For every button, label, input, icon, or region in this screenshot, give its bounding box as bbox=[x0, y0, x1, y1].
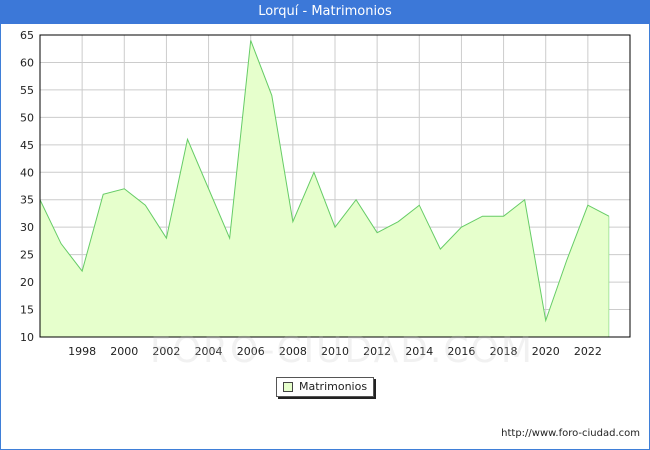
legend-swatch bbox=[283, 382, 293, 392]
source-link[interactable]: http://www.foro-ciudad.com bbox=[501, 428, 640, 439]
y-tick-label: 10 bbox=[20, 331, 34, 344]
y-tick-label: 15 bbox=[20, 304, 34, 317]
x-tick-label: 2022 bbox=[574, 345, 602, 358]
y-tick-label: 60 bbox=[20, 56, 34, 69]
x-tick-label: 2020 bbox=[532, 345, 560, 358]
y-tick-label: 25 bbox=[20, 249, 34, 262]
y-tick-label: 40 bbox=[20, 166, 34, 179]
y-tick-label: 65 bbox=[20, 29, 34, 42]
watermark: FORO-CIUDAD.COM bbox=[150, 330, 534, 371]
y-tick-label: 35 bbox=[20, 194, 34, 207]
y-tick-label: 20 bbox=[20, 276, 34, 289]
y-tick-label: 50 bbox=[20, 111, 34, 124]
x-tick-label: 2000 bbox=[110, 345, 138, 358]
y-tick-label: 55 bbox=[20, 84, 34, 97]
legend-label: Matrimonios bbox=[299, 380, 368, 393]
y-tick-label: 30 bbox=[20, 221, 34, 234]
y-tick-label: 45 bbox=[20, 139, 34, 152]
legend: Matrimonios bbox=[276, 377, 375, 397]
x-tick-label: 1998 bbox=[68, 345, 96, 358]
